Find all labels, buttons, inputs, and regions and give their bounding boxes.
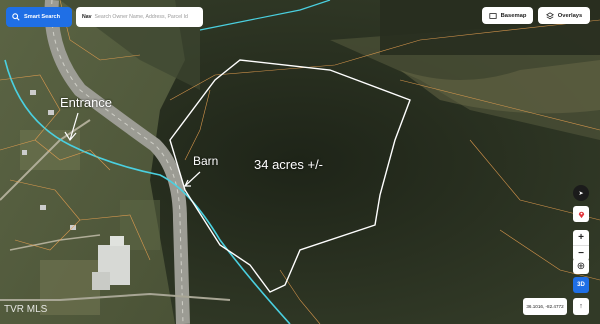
search-prefix: Nav: [82, 14, 92, 20]
north-arrow-icon[interactable]: ↑: [573, 298, 589, 315]
search-placeholder: Search Owner Name, Address, Parcel Id: [94, 14, 188, 20]
location-pin-icon[interactable]: [573, 206, 589, 222]
locate-icon[interactable]: ⊕: [573, 258, 589, 274]
search-icon: [12, 13, 20, 21]
overlays-button[interactable]: Overlays: [538, 7, 590, 24]
layers-icon: [489, 12, 497, 19]
barn-label: Barn: [193, 154, 219, 168]
coordinates-readout: 36.1016, -82.4772: [523, 298, 567, 315]
compass-icon[interactable]: ➤: [573, 185, 589, 201]
plus-icon[interactable]: +: [573, 230, 589, 246]
layers-icon: [545, 11, 554, 19]
overlays-label: Overlays: [557, 12, 583, 19]
smart-search-button[interactable]: Smart Search: [6, 7, 72, 27]
3d-toggle-button[interactable]: 3D: [573, 277, 589, 293]
watermark: TVR MLS: [4, 304, 48, 315]
entrance-label: Entrance: [60, 95, 113, 110]
top-search-bar: Smart Search Nav Search Owner Name, Addr…: [6, 7, 203, 27]
smart-search-label: Smart Search: [24, 14, 61, 20]
zoom-controls: + −: [573, 230, 589, 261]
search-input[interactable]: Nav Search Owner Name, Address, Parcel I…: [76, 7, 203, 27]
basemap-label: Basemap: [500, 12, 527, 19]
acreage-label: 34 acres +/-: [254, 157, 324, 172]
basemap-button[interactable]: Basemap: [482, 7, 533, 24]
